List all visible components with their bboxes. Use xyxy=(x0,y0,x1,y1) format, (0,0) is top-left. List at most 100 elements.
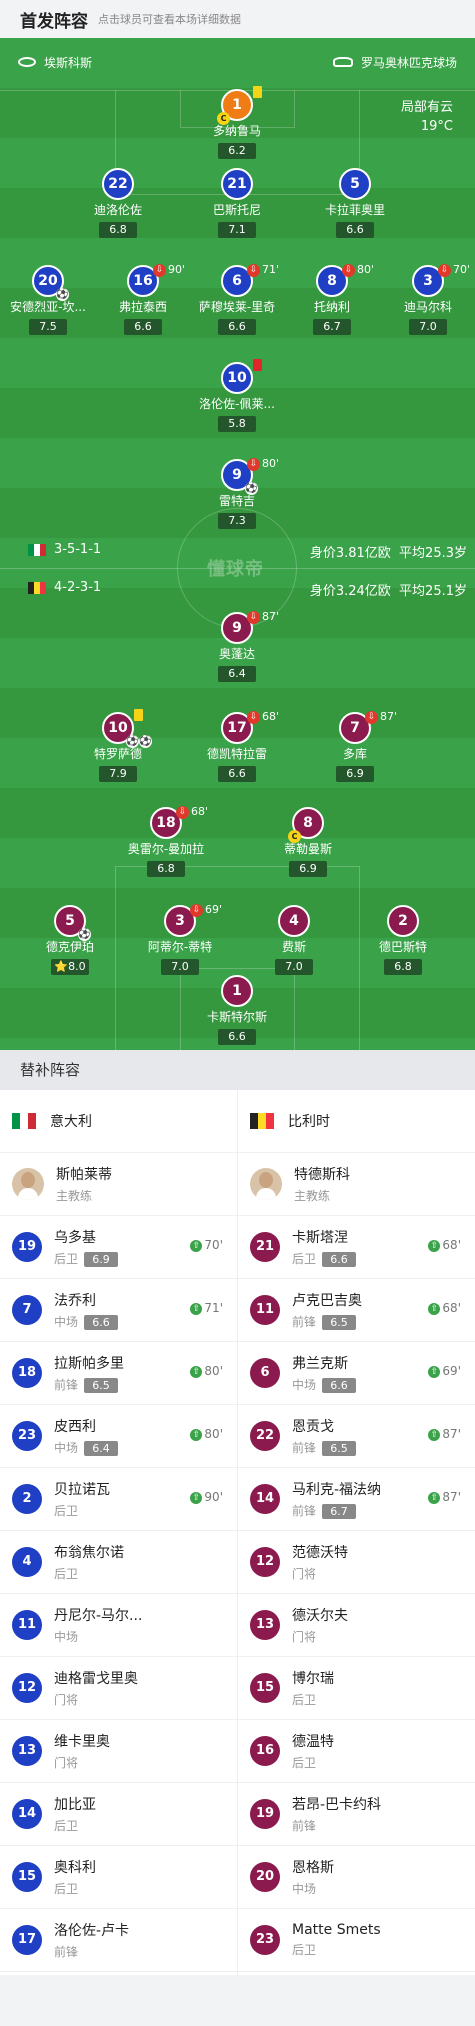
bench-player-23[interactable]: 23 Matte Smets 后卫 xyxy=(238,1909,475,1972)
player-away-1[interactable]: 1 卡斯特尔斯 6.6 xyxy=(182,975,292,1045)
player-home-9[interactable]: 9 ⇩ 80' ⚽ 雷特吉 7.3 xyxy=(182,457,292,529)
player-away-9[interactable]: 9 ⇩ 87' 奥蓬达 6.4 xyxy=(182,610,292,682)
bench-player-rating: 6.6 xyxy=(84,1315,119,1330)
bench-player-rating: 6.5 xyxy=(322,1441,357,1456)
player-away-3[interactable]: 3 ⇩ 69' 阿蒂尔-蒂特 7.0 xyxy=(125,903,235,975)
bench-player-7[interactable]: 7 法乔利 中场 6.6 ⇧ 71' xyxy=(0,1279,237,1342)
player-home-22[interactable]: 22 迪洛伦佐 6.8 xyxy=(63,168,173,238)
venue-name: 罗马奥林匹克球场 xyxy=(360,55,457,70)
bench-player-11[interactable]: 11 卢克巴吉奥 前锋 6.5 ⇧ 68' xyxy=(238,1279,475,1342)
player-home-21[interactable]: 21 巴斯托尼 7.1 xyxy=(182,168,292,238)
bench-player-14[interactable]: 14 马利克-福法纳 前锋 6.7 ⇧ 87' xyxy=(238,1468,475,1531)
bench-player-position: 前锋 6.5 xyxy=(292,1439,357,1456)
bench-player-name: 卢克巴吉奥 xyxy=(292,1293,362,1309)
bench-player-info: 德温特 后卫 xyxy=(292,1731,334,1771)
player-name: 蒂勒曼斯 xyxy=(283,842,332,856)
player-name: 德克伊珀 xyxy=(45,940,94,954)
coach-row[interactable]: 特德斯科 主教练 xyxy=(238,1153,475,1216)
sub-on-icon: ⇧ xyxy=(190,1239,203,1252)
bench-player-12[interactable]: 12 范德沃特 门将 xyxy=(238,1531,475,1594)
player-number-badge: 22 xyxy=(102,168,134,200)
player-rating: 6.2 xyxy=(218,143,256,159)
bench-player-rating: 6.6 xyxy=(322,1378,357,1393)
bench-player-position: 后卫 xyxy=(292,1756,317,1770)
bench-player-6[interactable]: 6 弗兰克斯 中场 6.6 ⇧ 69' xyxy=(238,1342,475,1405)
bench-player-15[interactable]: 15 奥科利 后卫 xyxy=(0,1846,237,1909)
player-away-8[interactable]: 8 C 蒂勒曼斯 6.9 xyxy=(253,807,363,877)
player-rating: 7.5 xyxy=(29,319,67,335)
italy-flag-icon xyxy=(12,1113,36,1129)
bench-player-20[interactable]: 20 恩格斯 中场 xyxy=(238,1846,475,1909)
home-value: 身价3.81亿欧 平均25.3岁 xyxy=(310,542,467,561)
captain-icon: C xyxy=(288,830,301,843)
bench-player-13[interactable]: 13 德沃尔夫 门将 xyxy=(238,1594,475,1657)
player-away-5[interactable]: 5 ⚽ 德克伊珀 ⭐8.0 xyxy=(15,905,125,975)
bench-player-name: 恩格斯 xyxy=(292,1860,334,1876)
player-number-badge: 3 ⇩ 69' xyxy=(164,903,222,937)
bench-number-badge: 6 xyxy=(250,1358,280,1388)
coach-role: 主教练 xyxy=(56,1189,93,1203)
bench-player-23[interactable]: 23 皮西利 中场 6.4 ⇧ 80' xyxy=(0,1405,237,1468)
away-value: 身价3.24亿欧 平均25.1岁 xyxy=(310,580,467,599)
watermark: 懂球帝 xyxy=(207,559,264,580)
player-number-badge: 18 ⇩ 68' xyxy=(150,805,208,839)
player-away-10[interactable]: 10 ⚽ ⚽ 特罗萨德 7.9 xyxy=(63,709,173,782)
player-number-badge: 8 ⇩ 80' xyxy=(316,263,374,297)
coach-row[interactable]: 斯帕莱蒂 主教练 xyxy=(0,1153,237,1216)
player-rating: 7.0 xyxy=(161,959,199,975)
bench-player-name: 拉斯帕多里 xyxy=(54,1356,124,1372)
bench-player-15[interactable]: 15 博尔瑞 后卫 xyxy=(238,1657,475,1720)
player-away-4[interactable]: 4 费斯 7.0 xyxy=(239,905,349,975)
bench-player-2[interactable]: 2 贝拉诺瓦 后卫 ⇧ 90' xyxy=(0,1468,237,1531)
bench-player-position: 后卫 xyxy=(54,1504,79,1518)
player-away-17[interactable]: 17 ⇩ 68' 德凯特拉雷 6.6 xyxy=(182,710,292,782)
bench-number-badge: 19 xyxy=(12,1232,42,1262)
bench-player-21[interactable]: 21 卡斯塔涅 后卫 6.6 ⇧ 68' xyxy=(238,1216,475,1279)
bench-number-badge: 11 xyxy=(12,1610,42,1640)
player-rating: 7.0 xyxy=(409,319,447,335)
bench-player-13[interactable]: 13 维卡里奥 门将 xyxy=(0,1720,237,1783)
sub-off-marker: ⇩ 70' xyxy=(438,263,470,277)
home-bench: 意大利 斯帕莱蒂 主教练 19 乌多基 后卫 6.9 ⇧ 70' 7 法乔利 中场 6.6 ⇧ 71' 18 拉… xyxy=(0,1090,237,1972)
sub-on-icon: ⇧ xyxy=(190,1428,203,1441)
bench-number-badge: 23 xyxy=(12,1421,42,1451)
bench-player-info: Matte Smets 后卫 xyxy=(292,1922,381,1958)
bench-player-18[interactable]: 18 拉斯帕多里 前锋 6.5 ⇧ 80' xyxy=(0,1342,237,1405)
bench-player-4[interactable]: 4 布翁焦尔诺 后卫 xyxy=(0,1531,237,1594)
bench-player-17[interactable]: 17 洛伦佐-卢卡 前锋 xyxy=(0,1909,237,1972)
bench-player-info: 洛伦佐-卢卡 前锋 xyxy=(54,1920,129,1960)
player-number-badge: 4 xyxy=(278,905,310,937)
goal-ball-icon: ⚽ xyxy=(78,928,91,941)
bench-player-14[interactable]: 14 加比亚 后卫 xyxy=(0,1783,237,1846)
bench-player-name: 维卡里奥 xyxy=(54,1734,110,1750)
bench-number-badge: 12 xyxy=(250,1547,280,1577)
bench-player-11[interactable]: 11 丹尼尔-马尔... 中场 xyxy=(0,1594,237,1657)
sub-off-marker: ⇩ 71' xyxy=(247,263,279,277)
sub-off-marker: ⇩ 90' xyxy=(153,263,185,277)
bench-player-name: Matte Smets xyxy=(292,1922,381,1938)
player-away-7[interactable]: 7 ⇩ 87' 多库 6.9 xyxy=(300,710,410,782)
coach-avatar xyxy=(250,1168,282,1200)
bench-player-info: 皮西利 中场 6.4 xyxy=(54,1416,119,1456)
home-formation-text: 3-5-1-1 xyxy=(54,542,102,557)
bench-player-name: 卡斯塔涅 xyxy=(292,1230,348,1246)
bench-player-16[interactable]: 16 德温特 后卫 xyxy=(238,1720,475,1783)
bench-player-22[interactable]: 22 恩贡戈 前锋 6.5 ⇧ 87' xyxy=(238,1405,475,1468)
bench-player-info: 迪格雷戈里奥 门将 xyxy=(54,1668,138,1708)
player-home-6[interactable]: 6 ⇩ 71' 萨穆埃莱-里奇 6.6 xyxy=(182,263,292,335)
player-home-1[interactable]: 1 C 多纳鲁马 6.2 xyxy=(182,86,292,159)
bench-player-info: 加比亚 后卫 xyxy=(54,1794,96,1834)
bench-player-19[interactable]: 19 若昂-巴卡约科 前锋 xyxy=(238,1783,475,1846)
player-rating: 6.4 xyxy=(218,666,256,682)
player-home-3[interactable]: 3 ⇩ 70' 迪马尔科 7.0 xyxy=(373,263,475,335)
bench-player-12[interactable]: 12 迪格雷戈里奥 门将 xyxy=(0,1657,237,1720)
player-home-10[interactable]: 10 洛伦佐-佩莱... 5.8 xyxy=(182,359,292,432)
player-away-18[interactable]: 18 ⇩ 68' 奥雷尔-曼加拉 6.8 xyxy=(111,805,221,877)
player-away-2[interactable]: 2 德巴斯特 6.8 xyxy=(348,905,458,975)
goal-ball-icon: ⚽ xyxy=(126,735,139,748)
player-home-8[interactable]: 8 ⇩ 80' 托纳利 6.7 xyxy=(277,263,387,335)
player-home-5[interactable]: 5 卡拉菲奥里 6.6 xyxy=(300,168,410,238)
bench-player-19[interactable]: 19 乌多基 后卫 6.9 ⇧ 70' xyxy=(0,1216,237,1279)
yellow-card-icon xyxy=(253,86,262,98)
player-name: 托纳利 xyxy=(313,300,350,314)
